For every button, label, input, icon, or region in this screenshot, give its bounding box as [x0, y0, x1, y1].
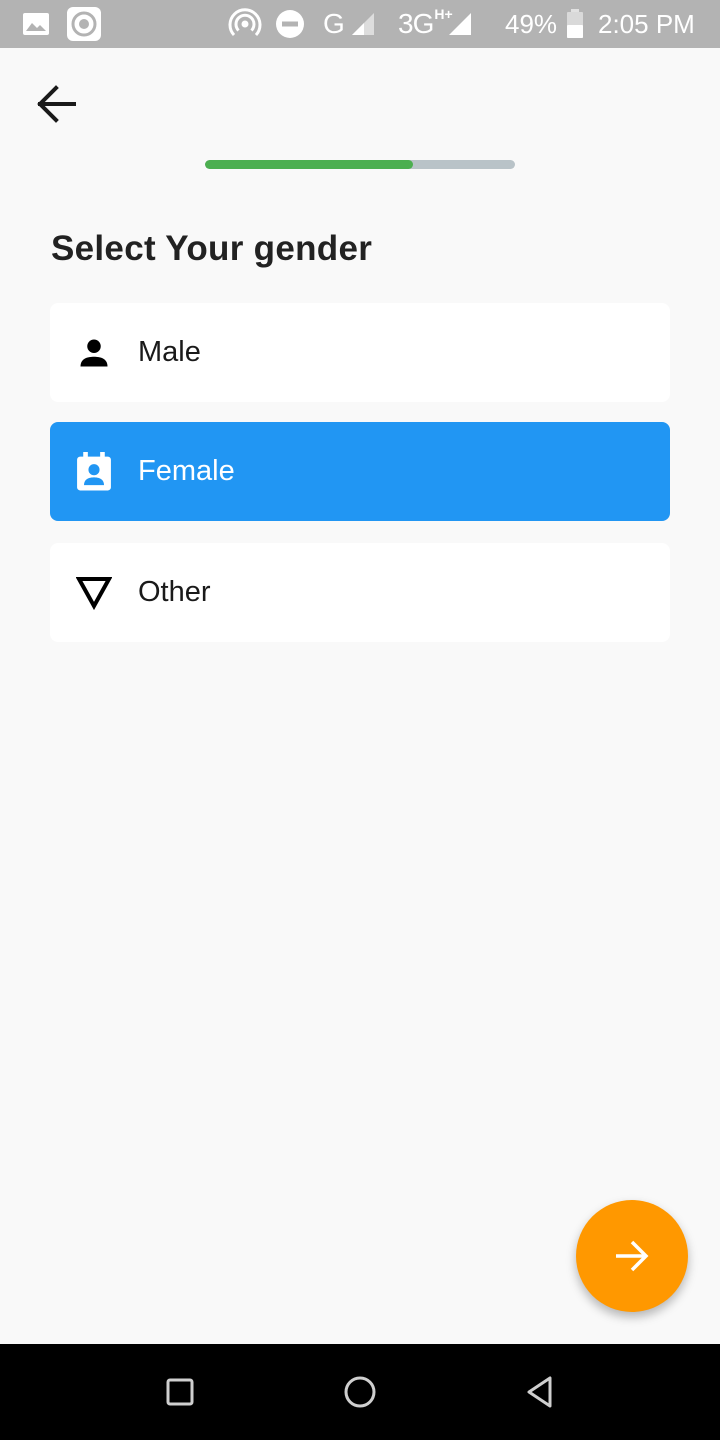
recent-apps-button[interactable] — [150, 1362, 210, 1422]
arrow-left-icon — [37, 85, 76, 123]
status-bar: G 3G H+ 49% 2:05 PM — [0, 0, 720, 48]
navigation-bar — [0, 1344, 720, 1440]
network-3g: 3G H+ — [398, 0, 453, 48]
next-button[interactable] — [576, 1200, 688, 1312]
do-not-disturb-icon — [275, 0, 305, 48]
progress-fill — [205, 160, 413, 169]
signal-icon — [350, 0, 376, 48]
battery-percent: 49% — [505, 0, 557, 48]
gender-option-label: Other — [138, 576, 211, 608]
triangle-down-icon — [74, 573, 114, 613]
network-g-label: G — [323, 8, 345, 39]
image-icon — [22, 0, 50, 48]
gender-option-label: Male — [138, 336, 201, 368]
progress-bar — [205, 160, 515, 169]
sync-icon — [66, 0, 102, 48]
gender-option-female[interactable]: Female — [50, 422, 670, 521]
battery-percent-label: 49% — [505, 8, 558, 39]
back-triangle-icon — [527, 1376, 552, 1408]
person-icon — [74, 333, 114, 373]
page-title: Select Your gender — [51, 229, 373, 268]
back-button[interactable] — [28, 80, 84, 128]
home-icon — [344, 1376, 376, 1408]
contact-calendar-icon — [74, 451, 114, 492]
home-button[interactable] — [330, 1362, 390, 1422]
gender-option-other[interactable]: Other — [50, 543, 670, 642]
battery-icon — [566, 0, 584, 48]
recent-apps-icon — [166, 1378, 194, 1406]
time-label: 2:05 PM — [598, 8, 695, 39]
gender-option-male[interactable]: Male — [50, 303, 670, 402]
clock: 2:05 PM — [598, 0, 695, 48]
network-g: G — [323, 0, 345, 48]
network-3g-label: 3G — [398, 8, 434, 39]
hotspot-icon — [228, 0, 262, 48]
signal-icon — [447, 0, 473, 48]
gender-option-label: Female — [138, 455, 235, 487]
nav-back-button[interactable] — [510, 1362, 570, 1422]
arrow-right-icon — [616, 1240, 649, 1272]
